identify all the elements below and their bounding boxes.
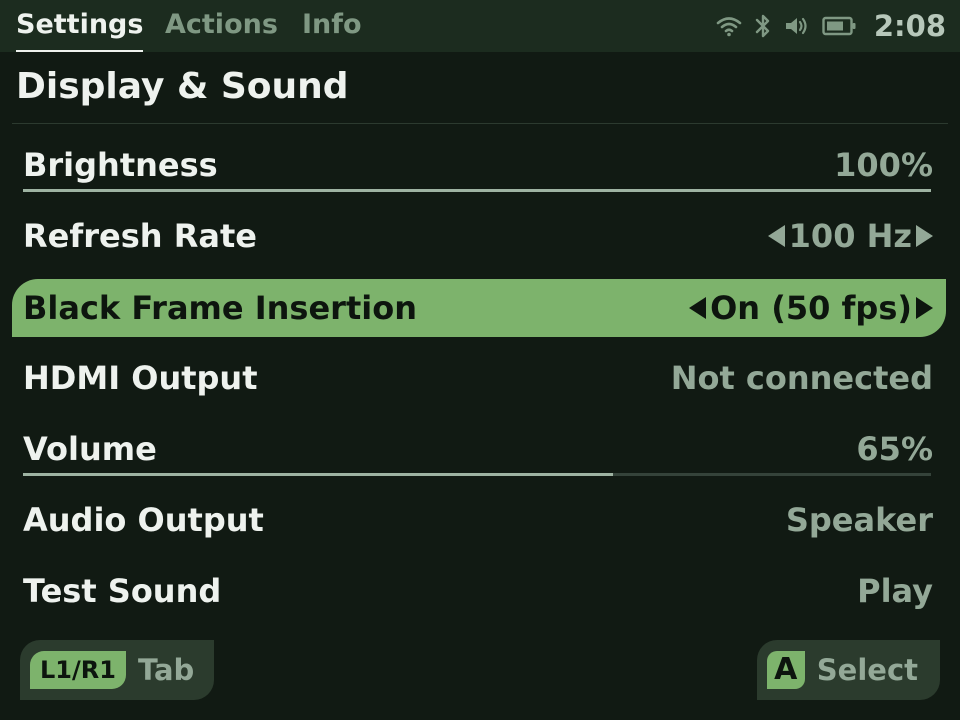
- tab-settings[interactable]: Settings: [16, 0, 144, 52]
- select-hint[interactable]: A Select: [756, 640, 940, 700]
- volume-slider-fill: [23, 473, 614, 476]
- setting-value: 100%: [834, 136, 933, 194]
- setting-brightness[interactable]: Brightness 100%: [12, 136, 946, 194]
- setting-label: HDMI Output: [23, 359, 258, 397]
- setting-volume[interactable]: Volume 65%: [12, 420, 946, 478]
- setting-refresh-rate[interactable]: Refresh Rate 100 Hz: [12, 207, 946, 265]
- section-title: Display & Sound: [16, 66, 349, 107]
- setting-value: 100 Hz: [767, 207, 933, 265]
- wifi-icon: [716, 15, 742, 37]
- volume-value: 65%: [856, 430, 933, 468]
- test-sound-value: Play: [857, 572, 933, 610]
- tab-info[interactable]: Info: [302, 0, 362, 52]
- setting-value: 65%: [856, 420, 933, 478]
- setting-label: Test Sound: [23, 572, 222, 610]
- brightness-slider-fill: [23, 189, 931, 192]
- tab-switch-hint[interactable]: L1/R1 Tab: [20, 640, 215, 700]
- setting-test-sound[interactable]: Test Sound Play: [12, 562, 946, 620]
- status-bar: 2:08: [716, 0, 946, 52]
- brightness-slider[interactable]: [23, 189, 931, 192]
- a-button-icon: A: [766, 651, 805, 689]
- setting-audio-output[interactable]: Audio Output Speaker: [12, 491, 946, 549]
- setting-label: Refresh Rate: [23, 217, 257, 255]
- setting-label: Black Frame Insertion: [23, 289, 417, 327]
- volume-icon: [784, 15, 810, 37]
- refresh-rate-value: 100 Hz: [788, 217, 912, 255]
- setting-value: Play: [857, 562, 933, 620]
- top-bar: Settings Actions Info 2:08: [0, 0, 960, 52]
- setting-value: On (50 fps): [689, 279, 933, 337]
- bluetooth-icon: [754, 13, 772, 39]
- arrow-left-icon[interactable]: [689, 297, 707, 319]
- l1-r1-key-badge: L1/R1: [30, 651, 126, 689]
- arrow-right-icon[interactable]: [916, 225, 933, 247]
- select-hint-label: Select: [816, 653, 918, 687]
- volume-slider[interactable]: [23, 473, 931, 476]
- setting-value: Not connected: [671, 349, 933, 407]
- tab-hint-label: Tab: [137, 653, 195, 687]
- setting-label: Brightness: [23, 146, 218, 184]
- brightness-value: 100%: [834, 146, 933, 184]
- arrow-right-icon[interactable]: [916, 297, 933, 319]
- setting-value: Speaker: [786, 491, 933, 549]
- setting-hdmi-output[interactable]: HDMI Output Not connected: [12, 349, 946, 407]
- hdmi-output-value: Not connected: [670, 359, 933, 397]
- black-frame-insertion-value: On (50 fps): [710, 289, 912, 327]
- clock: 2:08: [873, 9, 946, 43]
- section-divider: [12, 123, 948, 124]
- setting-label: Audio Output: [23, 501, 264, 539]
- setting-black-frame-insertion[interactable]: Black Frame Insertion On (50 fps): [12, 279, 946, 337]
- audio-output-value: Speaker: [785, 501, 933, 539]
- battery-icon: [822, 16, 856, 36]
- tab-actions[interactable]: Actions: [165, 0, 278, 52]
- arrow-left-icon[interactable]: [767, 225, 785, 247]
- setting-label: Volume: [23, 430, 157, 468]
